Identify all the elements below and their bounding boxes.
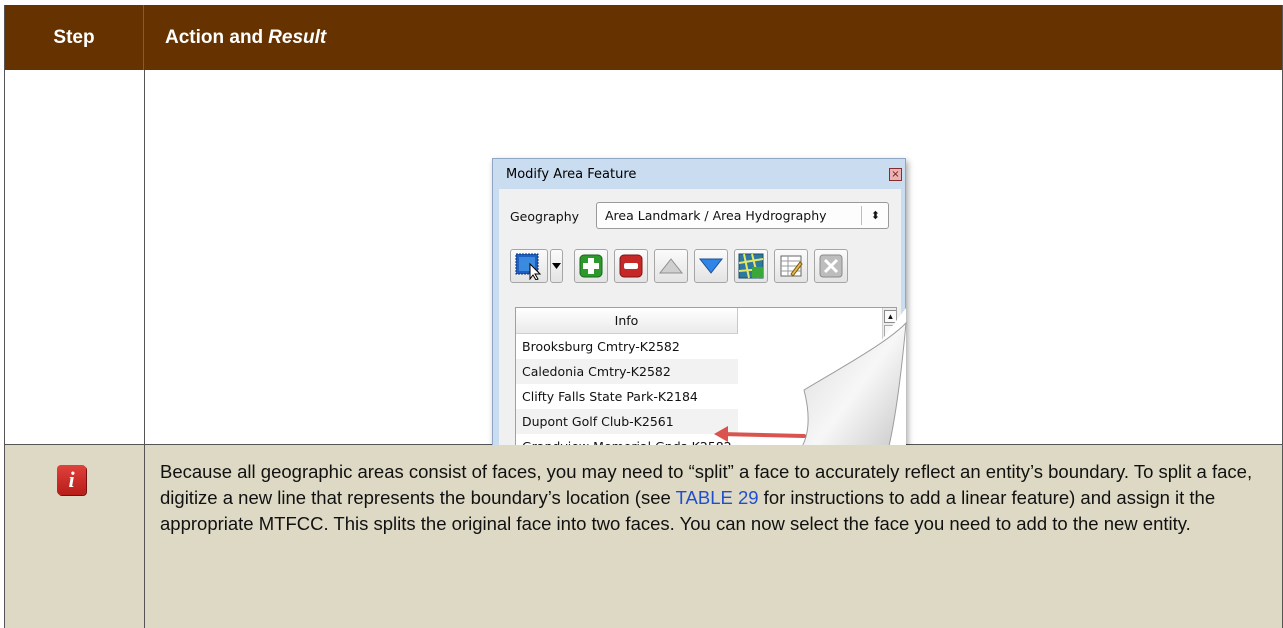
- modify-area-feature-dialog: Modify Area Feature × Geography Area Lan…: [492, 158, 919, 487]
- select-separator: [861, 206, 862, 225]
- list-item-highlighted[interactable]: Dupont Golf Club-K2561: [516, 409, 738, 434]
- select-dropdown-button[interactable]: [550, 249, 563, 283]
- table-edit-icon: [780, 255, 803, 277]
- move-down-button[interactable]: [694, 249, 728, 283]
- dialog-title: Modify Area Feature: [506, 167, 637, 182]
- geography-value: Area Landmark / Area Hydrography: [605, 208, 827, 223]
- select-icon: [515, 253, 542, 280]
- add-button[interactable]: [574, 249, 608, 283]
- dialog-frame: Modify Area Feature × Geography Area Lan…: [492, 158, 906, 487]
- table-edit-button[interactable]: [774, 249, 808, 283]
- remove-icon: [619, 254, 643, 278]
- table-row: Modify Area Feature × Geography Area Lan…: [5, 70, 1282, 487]
- info-icon: i: [57, 465, 86, 495]
- instruction-table: Step Action and Result Modify Area Featu…: [4, 5, 1283, 628]
- column-divider: [144, 70, 145, 444]
- result-header: Result: [268, 26, 327, 48]
- step-header: Step: [5, 5, 144, 70]
- column-divider: [144, 445, 145, 628]
- remove-button[interactable]: [614, 249, 648, 283]
- list-header[interactable]: Info: [516, 308, 738, 334]
- close-feature-button[interactable]: [814, 249, 848, 283]
- geography-label: Geography: [510, 209, 580, 224]
- list-item[interactable]: Clifty Falls State Park-K2184: [516, 384, 738, 409]
- action-result-header: Action and Result: [165, 5, 326, 70]
- list-item[interactable]: Brooksburg Cmtry-K2582: [516, 334, 738, 359]
- dialog-body: Geography Area Landmark / Area Hydrograp…: [499, 189, 901, 487]
- geography-select[interactable]: Area Landmark / Area Hydrography ⬍: [596, 202, 889, 229]
- map-button[interactable]: [734, 249, 768, 283]
- dropdown-icon: [552, 263, 561, 269]
- note-row: i Because all geographic areas consist o…: [5, 445, 1282, 628]
- select-arrow-icon: ⬍: [870, 209, 880, 222]
- close-x-icon: [819, 254, 843, 278]
- scroll-up-icon[interactable]: ▲: [884, 310, 896, 323]
- select-tool-button[interactable]: [510, 249, 548, 283]
- move-up-button[interactable]: [654, 249, 688, 283]
- table-29-link[interactable]: TABLE 29: [676, 487, 759, 508]
- close-icon[interactable]: ×: [889, 168, 902, 181]
- triangle-up-icon: [658, 258, 684, 274]
- add-icon: [579, 254, 603, 278]
- map-icon: [738, 253, 764, 279]
- note-text: Because all geographic areas consist of …: [160, 459, 1270, 537]
- list-item[interactable]: Caledonia Cmtry-K2582: [516, 359, 738, 384]
- table-header: Step Action and Result: [5, 5, 1282, 70]
- action-header: Action and: [165, 26, 264, 48]
- scroll-thumb[interactable]: [884, 325, 896, 385]
- triangle-down-icon: [698, 258, 724, 274]
